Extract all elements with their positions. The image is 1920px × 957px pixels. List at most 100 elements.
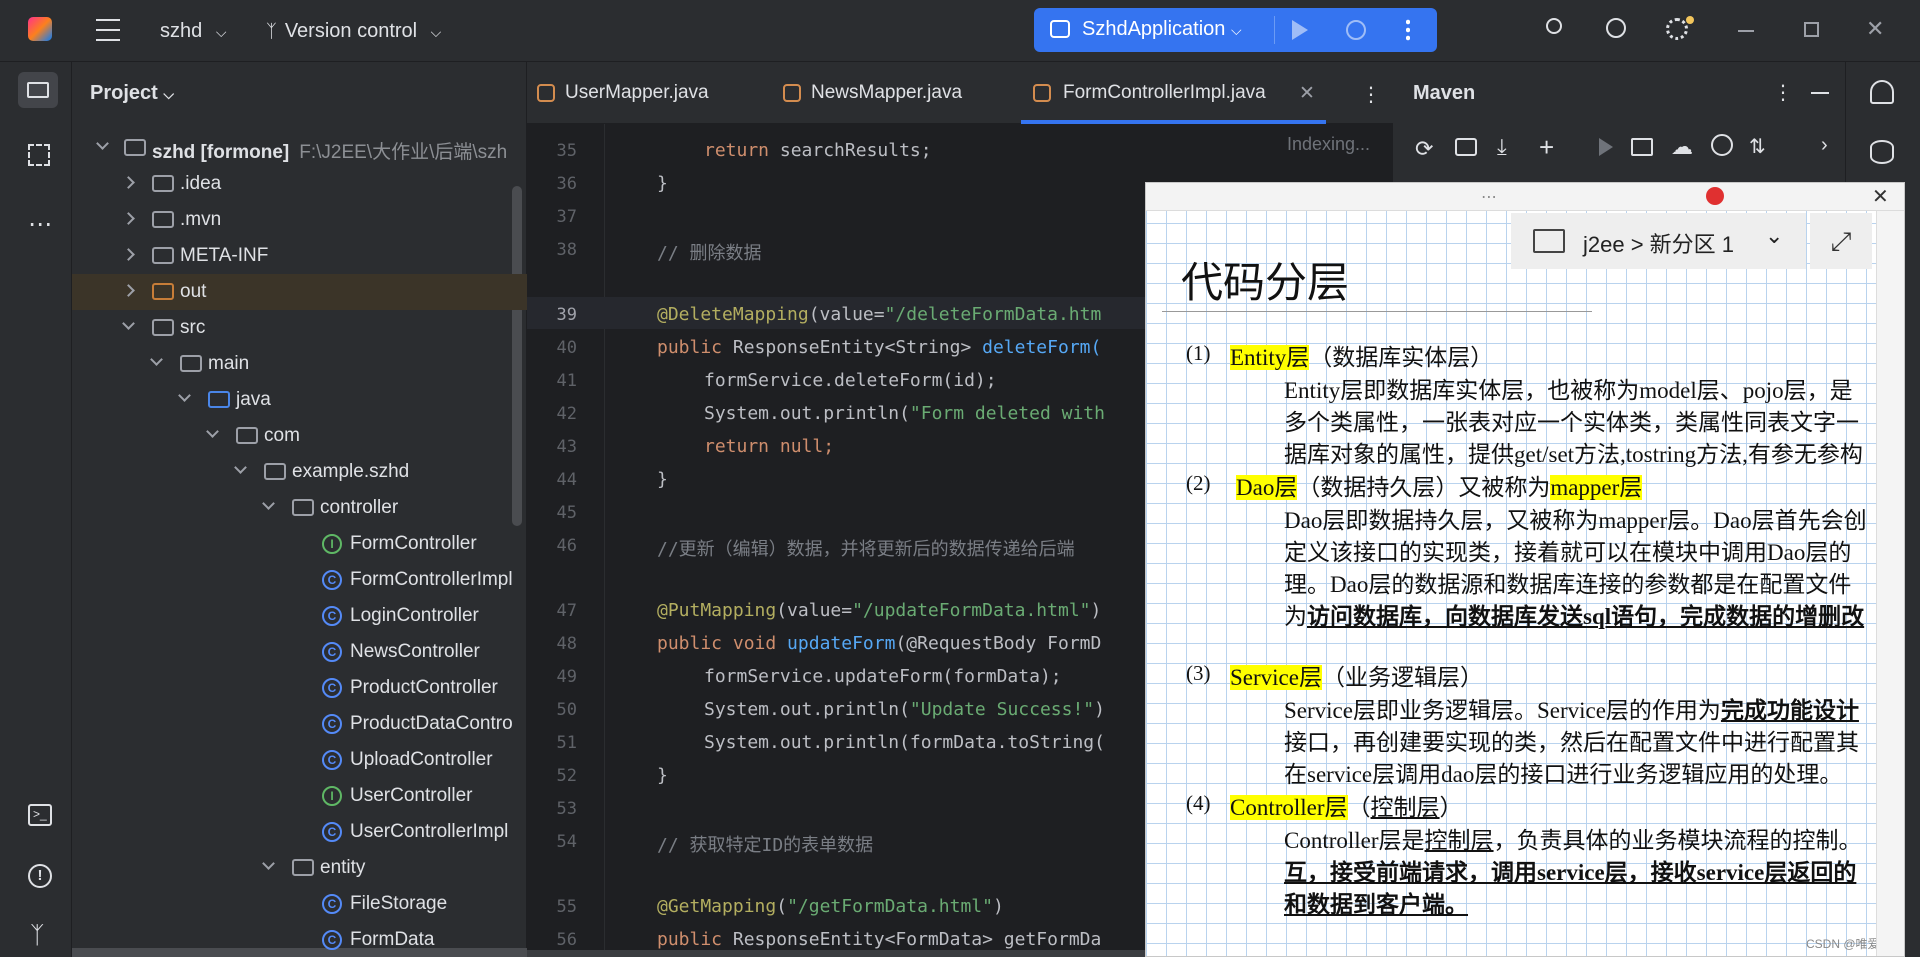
note-window-titlebar[interactable]: ⋯ ✕ <box>1146 183 1904 211</box>
settings-gear-icon[interactable] <box>1666 18 1688 40</box>
interface-icon: I <box>322 786 342 806</box>
highlight-dao: Dao层 <box>1236 475 1298 500</box>
structure-icon[interactable] <box>28 144 50 166</box>
skip-tests-icon[interactable] <box>1711 134 1733 156</box>
line-number: 45 <box>556 503 577 523</box>
tree-item-formcontroller[interactable]: I FormController <box>72 526 527 562</box>
maximize-icon[interactable] <box>1804 22 1819 37</box>
tree-item-java[interactable]: java <box>72 382 527 418</box>
tree-item-entity[interactable]: entity <box>72 850 527 886</box>
tree-item-out[interactable]: out <box>72 274 527 310</box>
tab-usermapper[interactable]: UserMapper.java <box>537 62 757 124</box>
tree-item-label: out <box>180 281 207 302</box>
tree-item-label: entity <box>320 857 366 878</box>
onenote-floating-window[interactable]: ⋯ ✕ j2ee > 新分区 1 ⌄ ⤢ 代码分层 (1) Entity层（数据… <box>1145 182 1905 957</box>
note-scrollbar[interactable] <box>1876 211 1904 956</box>
highlight-mapper: mapper层 <box>1550 475 1643 500</box>
line-number: 44 <box>556 470 577 490</box>
class-icon: C <box>322 642 342 662</box>
run-maven-icon[interactable] <box>1599 138 1613 156</box>
notebook-breadcrumb[interactable]: j2ee > 新分区 1 ⌄ <box>1511 213 1806 269</box>
line-number: 39 <box>556 305 577 325</box>
tree-item-label: java <box>236 389 271 410</box>
problems-icon[interactable]: ! <box>28 864 52 888</box>
git-icon[interactable]: ᛉ <box>30 922 44 950</box>
close-tab-icon[interactable]: ✕ <box>1299 82 1315 105</box>
add-icon[interactable]: + <box>1539 132 1554 163</box>
tree-root[interactable]: szhd [formone] F:\J2EE\大作业\后端\szh <box>72 130 527 166</box>
tree-item-filestorage[interactable]: C FileStorage <box>72 886 527 922</box>
chevron-down-icon <box>96 137 109 150</box>
tree-item-src[interactable]: src <box>72 310 527 346</box>
project-tool-icon[interactable] <box>18 72 58 108</box>
line-number: 55 <box>556 897 577 917</box>
project-panel-title[interactable]: Project ⌵ <box>90 82 174 105</box>
minimize-icon[interactable] <box>1738 30 1754 32</box>
terminal-icon[interactable]: >_ <box>28 804 52 826</box>
expand-icon[interactable]: ⤢ <box>1810 213 1872 269</box>
tree-item-mvn[interactable]: .mvn <box>72 202 527 238</box>
tree-item-label: ProductDataContro <box>350 713 513 734</box>
tree-item-logincontroller[interactable]: C LoginController <box>72 598 527 634</box>
search-icon[interactable] <box>1606 18 1626 38</box>
run-config-label: SzhdApplication <box>1082 18 1226 40</box>
tree-item-label: META-INF <box>180 245 269 266</box>
run-config-selector[interactable]: SzhdApplication ⌵ <box>1082 18 1242 41</box>
run-icon[interactable] <box>1292 20 1308 40</box>
folder-icon <box>152 319 174 336</box>
tree-item-example-szhd[interactable]: example.szhd <box>72 454 527 490</box>
pin-icon[interactable] <box>1706 187 1724 205</box>
tab-formcontrollerimpl[interactable]: FormControllerImpl.java ✕ <box>1021 62 1326 124</box>
list-number: (1) <box>1186 341 1211 365</box>
tree-item-controller[interactable]: controller <box>72 490 527 526</box>
close-note-icon[interactable]: ✕ <box>1872 184 1889 209</box>
vcs-menu[interactable]: ᛉ Version control ⌵ <box>266 20 441 43</box>
tree-item-formdata[interactable]: C FormData <box>72 922 527 957</box>
tree-item-usercontroller[interactable]: I UserController <box>72 778 527 814</box>
tab-newsmapper[interactable]: NewsMapper.java <box>783 62 1003 124</box>
line-number: 37 <box>556 207 577 227</box>
tree-item-main[interactable]: main <box>72 346 527 382</box>
drag-handle-icon[interactable]: ⋯ <box>1481 187 1497 207</box>
generate-sources-icon[interactable] <box>1455 138 1477 156</box>
tree-item-label: UserController <box>350 785 473 806</box>
tree-item-productcontroller[interactable]: C ProductController <box>72 670 527 706</box>
tree-item-com[interactable]: com <box>72 418 527 454</box>
chevron-down-icon <box>234 461 247 474</box>
execute-goal-icon[interactable] <box>1631 138 1653 156</box>
maven-options-icon[interactable]: ⋮ <box>1773 80 1793 105</box>
tab-options-icon[interactable]: ⋮ <box>1361 82 1381 107</box>
run-configuration-widget[interactable]: SzhdApplication ⌵ <box>1034 8 1437 52</box>
reload-icon[interactable]: ⟳ <box>1415 136 1433 162</box>
debug-icon[interactable] <box>1346 20 1366 40</box>
tree-item-meta-inf[interactable]: META-INF <box>72 238 527 274</box>
main-menu-icon[interactable] <box>96 19 120 41</box>
chevron-down-icon <box>206 425 219 438</box>
tree-item-newscontroller[interactable]: C NewsController <box>72 634 527 670</box>
tree-item-label: com <box>264 425 300 446</box>
hide-panel-icon[interactable] <box>1811 92 1829 94</box>
close-window-icon[interactable]: ✕ <box>1866 16 1884 42</box>
tree-item-idea[interactable]: .idea <box>72 166 527 202</box>
tree-item-label: .idea <box>180 173 222 194</box>
project-switcher[interactable]: szhd ⌵ <box>160 20 226 43</box>
line-number: 36 <box>556 174 577 194</box>
tree-item-productdatacontroller[interactable]: C ProductDataContro <box>72 706 527 742</box>
notifications-bell-icon[interactable] <box>1870 80 1894 104</box>
note-text: 为 <box>1284 604 1307 629</box>
tree-item-uploadcontroller[interactable]: C UploadController <box>72 742 527 778</box>
more-icon[interactable] <box>1406 18 1410 42</box>
tree-item-usercontrollerimpl[interactable]: C UserControllerImpl <box>72 814 527 850</box>
highlight-controller: Controller层 <box>1230 795 1348 820</box>
offline-mode-icon[interactable]: ☁ <box>1671 134 1693 160</box>
tree-item-label: main <box>208 353 250 374</box>
more-tools-icon[interactable]: ⋯ <box>28 210 52 239</box>
database-icon[interactable] <box>1870 140 1894 164</box>
collapse-icon[interactable]: ⇅ <box>1749 134 1766 159</box>
maven-title: Maven <box>1413 82 1476 104</box>
code-line: @PutMapping(value="/updateFormData.html"… <box>657 600 1102 621</box>
download-icon[interactable]: ⤓ <box>1497 134 1507 160</box>
tree-item-formcontrollerimpl[interactable]: C FormControllerImpl <box>72 562 527 598</box>
chevron-right-icon[interactable]: › <box>1821 134 1828 157</box>
add-user-icon[interactable] <box>1546 18 1562 34</box>
